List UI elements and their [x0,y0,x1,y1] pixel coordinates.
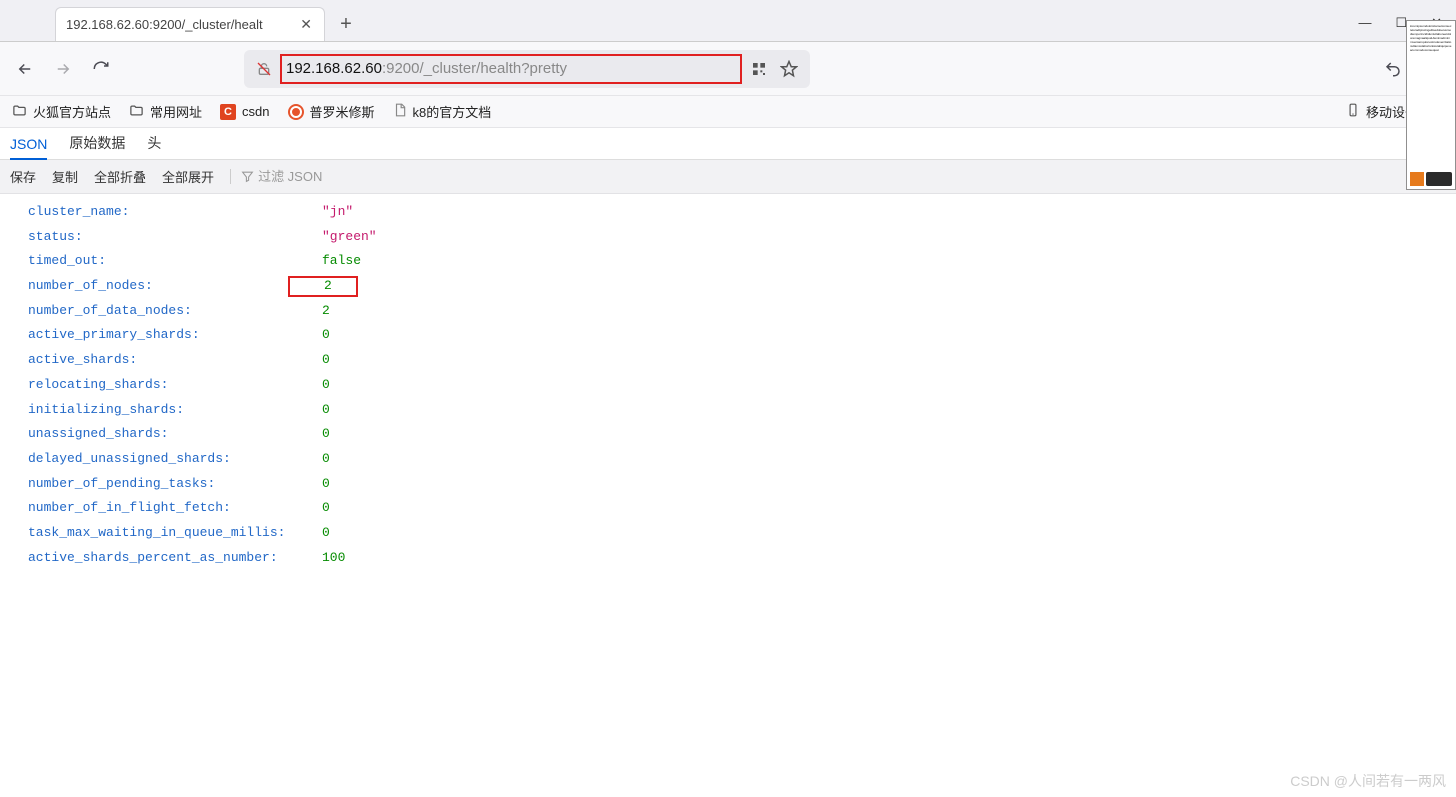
folder-icon [12,103,27,121]
prometheus-icon [288,104,304,120]
filter-input[interactable] [258,169,378,184]
forward-button[interactable] [46,52,80,86]
json-row: cluster_name"jn" [10,200,1446,225]
url-highlight-box: 192.168.62.60:9200/_cluster/health?prett… [280,54,742,84]
qr-icon[interactable] [746,56,772,82]
json-row: timed_outfalse [10,249,1446,274]
bookmark-k8s-docs[interactable]: k8的官方文档 [393,102,492,121]
json-body: cluster_name"jn" status"green" timed_out… [0,194,1456,576]
filter-wrap [230,169,378,184]
tab-title: 192.168.62.60:9200/_cluster/healt [66,17,290,32]
tab-raw[interactable]: 原始数据 [69,127,125,159]
action-save[interactable]: 保存 [10,167,36,186]
window-minimize-icon[interactable]: — [1358,15,1371,31]
bookmark-label: 普罗米修斯 [310,102,375,121]
close-tab-icon[interactable]: ✕ [298,16,314,33]
document-icon [393,103,407,120]
json-row: delayed_unassigned_shards0 [10,447,1446,472]
json-view-tabs: JSON 原始数据 头 [0,128,1456,160]
action-expand-all[interactable]: 全部展开 [162,167,214,186]
json-action-bar: 保存 复制 全部折叠 全部展开 [0,160,1456,194]
json-row: active_primary_shards0 [10,323,1446,348]
device-icon [1346,103,1360,120]
bookmark-common[interactable]: 常用网址 [129,102,202,121]
insecure-icon [252,61,276,77]
csdn-icon: C [220,104,236,120]
reload-button[interactable] [84,52,118,86]
json-row: active_shards0 [10,348,1446,373]
address-bar[interactable]: 192.168.62.60:9200/_cluster/health?prett… [244,50,810,88]
url-text: 192.168.62.60:9200/_cluster/health?prett… [286,60,567,77]
bookmark-star-icon[interactable] [776,56,802,82]
browser-tab[interactable]: 192.168.62.60:9200/_cluster/healt ✕ [55,7,325,41]
action-collapse-all[interactable]: 全部折叠 [94,167,146,186]
json-row: number_of_nodes2 [10,274,1446,299]
json-row: status"green" [10,225,1446,250]
json-row: initializing_shards0 [10,398,1446,423]
bookmark-prometheus[interactable]: 普罗米修斯 [288,102,375,121]
highlighted-value-box: 2 [322,274,358,299]
json-row: number_of_pending_tasks0 [10,472,1446,497]
watermark: CSDN @人间若有一两风 [1290,771,1446,791]
new-tab-button[interactable]: + [331,9,361,39]
json-row: number_of_in_flight_fetch0 [10,496,1446,521]
avatar-icon [1410,172,1424,186]
json-row: number_of_data_nodes2 [10,299,1446,324]
tab-headers[interactable]: 头 [147,127,161,159]
bookmark-label: k8的官方文档 [413,102,492,121]
bookmark-csdn[interactable]: C csdn [220,104,269,120]
bookmark-label: csdn [242,104,269,119]
undo-close-icon[interactable] [1376,52,1410,86]
folder-icon [129,103,144,121]
bookmark-label: 火狐官方站点 [33,102,111,121]
tab-bar: 192.168.62.60:9200/_cluster/healt ✕ + — … [0,0,1456,42]
bookmark-label: 常用网址 [150,102,202,121]
tab-json[interactable]: JSON [10,130,47,160]
json-row: task_max_waiting_in_queue_millis0 [10,521,1446,546]
bookmarks-bar: 火狐官方站点 常用网址 C csdn 普罗米修斯 k8的官方文档 移动设备上的 [0,96,1456,128]
navigation-bar: 192.168.62.60:9200/_cluster/health?prett… [0,42,1456,96]
action-copy[interactable]: 复制 [52,167,78,186]
funnel-icon [241,170,254,183]
thumbnail-overlay: loremipsumdolorsitametconsecteturadipisc… [1406,20,1456,190]
back-button[interactable] [8,52,42,86]
bookmark-firefox[interactable]: 火狐官方站点 [12,102,111,121]
json-row: unassigned_shards0 [10,422,1446,447]
json-row: relocating_shards0 [10,373,1446,398]
json-row: active_shards_percent_as_number100 [10,546,1446,571]
